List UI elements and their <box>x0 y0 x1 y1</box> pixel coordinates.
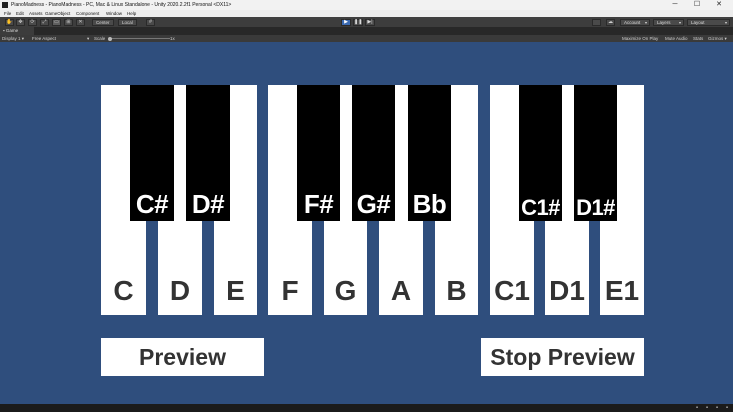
unity-logo-icon <box>2 2 8 8</box>
bug-icon[interactable]: ▪ <box>694 405 700 411</box>
preview-button[interactable]: Preview <box>101 338 264 376</box>
display-dropdown[interactable]: Display 1 ▾ <box>2 35 24 42</box>
stats-toggle[interactable]: Stats <box>693 35 703 42</box>
collab-icon[interactable] <box>592 18 601 26</box>
menu-assets[interactable]: Assets <box>29 10 43 17</box>
stop-preview-button[interactable]: Stop Preview <box>481 338 644 376</box>
main-toolbar: ✋ ✥ ⟳ ⤢ ▭ ⊞ ✕ Center Local # ▶ ❚❚ ▶| ☁ A… <box>0 17 733 27</box>
close-button[interactable]: ✕ <box>708 0 730 10</box>
scale-label: Scale <box>94 36 106 41</box>
play-button[interactable]: ▶ <box>341 18 351 26</box>
maximize-on-play-toggle[interactable]: Maximize On Play <box>622 35 658 42</box>
window-title: PianoMadness - PianoMadness - PC, Mac & … <box>11 2 232 8</box>
cloud-icon[interactable]: ☁ <box>606 18 615 26</box>
black-key-f-sharp[interactable]: F# <box>297 85 340 221</box>
tab-bar: ▪ Game <box>0 27 733 35</box>
menu-gameobject[interactable]: GameObject <box>45 10 70 17</box>
black-key-b-flat[interactable]: Bb <box>408 85 451 221</box>
scale-slider-handle[interactable] <box>108 36 112 41</box>
layout-dropdown[interactable]: Layout ▾ <box>687 18 730 26</box>
grid-snap-icon[interactable]: # <box>146 18 155 26</box>
black-key-c-sharp[interactable]: C# <box>130 85 174 221</box>
step-button[interactable]: ▶| <box>365 18 375 26</box>
menu-help[interactable]: Help <box>127 10 136 17</box>
account-dropdown[interactable]: Account ▾ <box>620 18 650 26</box>
custom-tool-icon[interactable]: ✕ <box>76 18 85 26</box>
maximize-button[interactable]: ☐ <box>686 0 708 10</box>
mute-audio-toggle[interactable]: Mute Audio <box>665 35 688 42</box>
black-key-g-sharp[interactable]: G# <box>352 85 395 221</box>
collab-status-icon[interactable]: ▪ <box>714 405 720 411</box>
console-icon[interactable]: ▪ <box>704 405 710 411</box>
menu-file[interactable]: File <box>4 10 11 17</box>
gizmos-dropdown[interactable]: Gizmos ▾ <box>708 35 727 42</box>
space-toggle[interactable]: Local <box>118 18 137 26</box>
pause-button[interactable]: ❚❚ <box>353 18 363 26</box>
black-key-c1-sharp[interactable]: C1# <box>519 85 562 221</box>
scale-tool-icon[interactable]: ⤢ <box>40 18 49 26</box>
pivot-toggle[interactable]: Center <box>92 18 114 26</box>
rotate-tool-icon[interactable]: ⟳ <box>28 18 37 26</box>
hand-tool-icon[interactable]: ✋ <box>5 18 14 26</box>
status-bar: ▪ ▪ ▪ ▪ <box>0 404 733 412</box>
scale-value: 1x <box>170 36 175 41</box>
menu-window[interactable]: Window <box>106 10 122 17</box>
black-key-d1-sharp[interactable]: D1# <box>574 85 617 221</box>
scale-slider[interactable] <box>110 38 170 39</box>
menu-edit[interactable]: Edit <box>16 10 24 17</box>
menu-component[interactable]: Component <box>76 10 99 17</box>
menu-bar: File Edit Assets GameObject Component Wi… <box>0 10 733 17</box>
move-tool-icon[interactable]: ✥ <box>16 18 25 26</box>
settings-icon[interactable]: ▪ <box>724 405 730 411</box>
transform-tool-icon[interactable]: ⊞ <box>64 18 73 26</box>
rect-tool-icon[interactable]: ▭ <box>52 18 61 26</box>
game-view: C D E F G A B C1 D1 E1 C# D# F# G# Bb C1… <box>0 42 733 404</box>
game-view-controls: Display 1 ▾ Free Aspect ▾ Scale 1x Maximi… <box>0 35 733 42</box>
layers-dropdown[interactable]: Layers ▾ <box>653 18 684 26</box>
tab-game[interactable]: ▪ Game <box>0 27 34 35</box>
window-title-bar: PianoMadness - PianoMadness - PC, Mac & … <box>0 0 733 10</box>
aspect-dropdown[interactable]: Free Aspect ▾ <box>32 35 89 42</box>
minimize-button[interactable]: ─ <box>664 0 686 10</box>
black-key-d-sharp[interactable]: D# <box>186 85 230 221</box>
